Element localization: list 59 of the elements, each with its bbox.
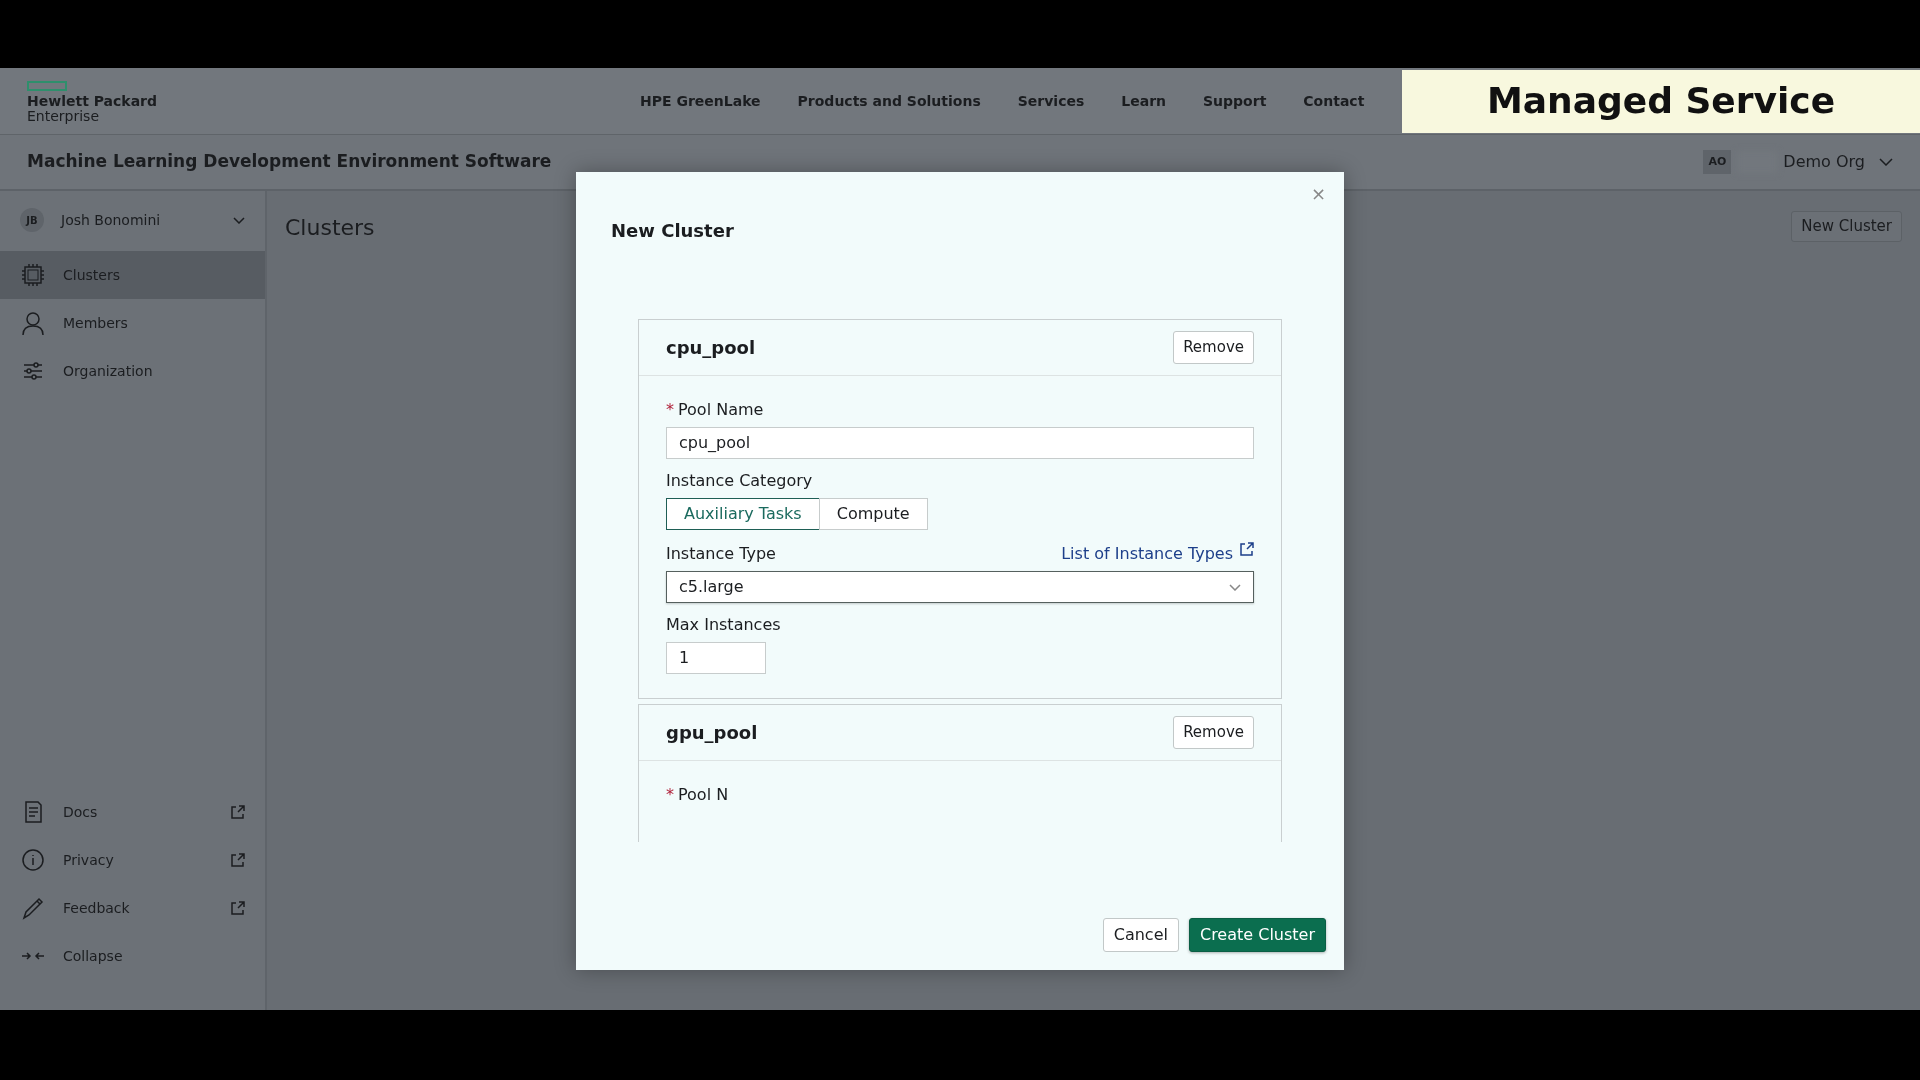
remove-button[interactable]: Remove bbox=[1173, 716, 1254, 749]
avatar: JB bbox=[20, 208, 44, 232]
segment-button[interactable]: Compute bbox=[818, 498, 928, 530]
remove-button[interactable]: Remove bbox=[1173, 331, 1254, 364]
field-label: * Pool Name bbox=[666, 399, 764, 421]
nav-link[interactable]: HPE GreenLake bbox=[640, 90, 761, 112]
sidebar-item[interactable]: Docs bbox=[0, 788, 265, 836]
person-icon bbox=[20, 310, 46, 336]
field-label: Instance Category bbox=[666, 470, 813, 492]
cancel-button[interactable]: Cancel bbox=[1102, 918, 1179, 952]
sidebar-item[interactable]: Feedback bbox=[0, 884, 265, 932]
field-label: * Pool N bbox=[666, 784, 729, 806]
app-title: Machine Learning Development Environment Software bbox=[27, 150, 553, 174]
org-badge: AO bbox=[1703, 149, 1732, 175]
nav-link[interactable]: Services bbox=[1017, 90, 1085, 112]
user-menu[interactable]: JB Josh Bonomini bbox=[0, 201, 265, 239]
chevron-down-icon bbox=[233, 216, 245, 224]
sidebar-label: Collapse bbox=[63, 946, 123, 966]
sidebar-item[interactable]: Organization bbox=[0, 347, 265, 395]
sidebar-item[interactable]: Members bbox=[0, 299, 265, 347]
field-label: Max Instances bbox=[666, 614, 781, 636]
sidebar-label: Docs bbox=[63, 802, 98, 822]
chip-icon bbox=[20, 262, 46, 288]
nav-link[interactable]: Learn bbox=[1121, 90, 1166, 112]
page-title: Clusters bbox=[285, 214, 375, 242]
field-label: Instance Type bbox=[666, 543, 776, 565]
banner-title: Managed Service bbox=[1402, 69, 1920, 133]
new-cluster-button[interactable]: New Cluster bbox=[1791, 211, 1902, 242]
chevron-down-icon bbox=[1229, 583, 1241, 591]
user-name: Josh Bonomini bbox=[61, 210, 162, 230]
sidebar-item[interactable]: Collapse bbox=[0, 932, 265, 980]
text-field[interactable]: cpu_pool bbox=[666, 427, 1254, 459]
close-button[interactable]: × bbox=[1306, 180, 1330, 207]
pencil-icon bbox=[20, 895, 46, 921]
select-field[interactable]: c5.large bbox=[666, 571, 1254, 603]
info-icon bbox=[20, 847, 46, 873]
logo-icon bbox=[27, 80, 67, 91]
modal-title: New Cluster bbox=[611, 219, 734, 243]
create-cluster-button[interactable]: Create Cluster bbox=[1188, 918, 1326, 952]
pool-title: cpu_pool bbox=[666, 336, 756, 360]
sidebar-label: Feedback bbox=[63, 898, 130, 918]
sidebar-item[interactable]: Clusters bbox=[0, 251, 265, 299]
number-field[interactable]: 1 bbox=[666, 642, 766, 674]
org-name[interactable]: Demo Org bbox=[1783, 150, 1865, 174]
instance-types-link[interactable]: List of Instance Types bbox=[1061, 544, 1233, 563]
sidebar-label: Members bbox=[63, 313, 128, 333]
sidebar-label: Privacy bbox=[63, 850, 114, 870]
external-link-icon bbox=[1239, 542, 1254, 557]
logo-text: Hewlett Packard bbox=[27, 94, 158, 109]
sidebar-item[interactable]: Privacy bbox=[0, 836, 265, 884]
sidebar-label: Clusters bbox=[63, 265, 120, 285]
segment-button[interactable]: Auxiliary Tasks bbox=[666, 498, 820, 530]
nav-link[interactable]: Support bbox=[1203, 90, 1267, 112]
pool-title: gpu_pool bbox=[666, 721, 758, 745]
nav-link[interactable]: Contact bbox=[1303, 90, 1365, 112]
nav-link[interactable]: Products and Solutions bbox=[797, 90, 981, 112]
chevron-down-icon bbox=[1879, 158, 1893, 166]
sidebar-label: Organization bbox=[63, 361, 153, 381]
logo-text: Enterprise bbox=[27, 108, 101, 124]
